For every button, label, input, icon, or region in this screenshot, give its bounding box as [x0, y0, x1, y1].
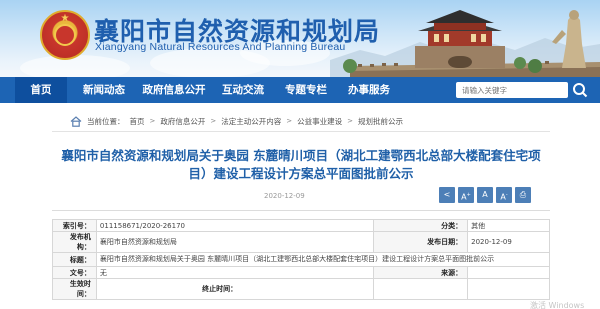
font-decrease-icon[interactable]: A- — [496, 187, 512, 203]
national-emblem-logo[interactable]: ★ — [40, 10, 90, 60]
font-default-icon[interactable]: A — [477, 187, 493, 203]
nav-gov-info[interactable]: 政府信息公开 — [138, 77, 210, 103]
table-row: 生效时间： 终止时间： — [52, 278, 550, 300]
site-banner: ★ 襄阳市自然资源和规划局 Xiangyang Natural Resource… — [0, 0, 600, 77]
category-value: 其他 — [467, 219, 550, 232]
title-value: 襄阳市自然资源和规划局关于奥园 东麓晴川项目（湖北工建鄂西北总部大楼配套住宅项目… — [95, 252, 551, 267]
table-row: 标题： 襄阳市自然资源和规划局关于奥园 东麓晴川项目（湖北工建鄂西北总部大楼配套… — [52, 252, 551, 267]
home-icon — [70, 115, 82, 127]
nav-special-topics[interactable]: 专题专栏 — [277, 77, 335, 103]
table-row: 文号： 无 来源： — [52, 266, 550, 279]
breadcrumb-separator: > — [286, 117, 293, 125]
print-icon[interactable]: ⎙ — [515, 187, 531, 203]
source-value — [467, 266, 550, 279]
effective-label: 生效时间： — [52, 278, 97, 300]
category-label: 分类： — [373, 219, 469, 232]
breadcrumb-item-home[interactable]: 首页 — [130, 116, 145, 127]
article-tools: < A+ A A- ⎙ — [439, 187, 531, 203]
search-input[interactable] — [456, 82, 568, 98]
effective-cell: 终止时间： — [95, 278, 375, 300]
windows-activation-watermark: 激活 Windows — [530, 301, 585, 309]
metadata-table: 索引号： 011158671/2020-26170 分类： 其他 发布机构： 襄… — [52, 219, 551, 300]
divider — [52, 131, 550, 132]
breadcrumb-item-statutory[interactable]: 法定主动公开内容 — [221, 116, 281, 127]
breadcrumb-item-public-welfare[interactable]: 公益事业建设 — [297, 116, 342, 127]
publish-date: 2020-12-09 — [264, 192, 305, 200]
breadcrumb-item-gov-info[interactable]: 政府信息公开 — [160, 116, 205, 127]
docno-label: 文号： — [52, 266, 97, 279]
nav-interaction[interactable]: 互动交流 — [214, 77, 272, 103]
search-icon[interactable] — [570, 80, 590, 100]
publisher-label: 发布机构： — [52, 231, 97, 253]
docno-value: 无 — [95, 266, 375, 279]
index-value: 011158671/2020-26170 — [95, 219, 375, 232]
source-label: 来源： — [373, 266, 469, 279]
table-row: 索引号： 011158671/2020-26170 分类： 其他 — [52, 219, 550, 232]
main-nav: 首页 新闻动态 政府信息公开 互动交流 专题专栏 办事服务 — [0, 77, 600, 103]
index-label: 索引号： — [52, 219, 97, 232]
article-title: 襄阳市自然资源和规划局关于奥园 东麓晴川项目（湖北工建鄂西北总部大楼配套住宅项目… — [61, 148, 541, 181]
share-icon[interactable]: < — [439, 187, 455, 203]
ancient-city-scenery-image — [330, 10, 600, 77]
breadcrumb-separator: > — [149, 117, 156, 125]
breadcrumb: 当前位置： 首页 > 政府信息公开 > 法定主动公开内容 > 公益事业建设 > … — [70, 115, 403, 127]
nav-news[interactable]: 新闻动态 — [75, 77, 133, 103]
pubdate-label: 发布日期： — [373, 231, 469, 253]
nav-services[interactable]: 办事服务 — [340, 77, 398, 103]
title-label: 标题： — [52, 252, 97, 267]
table-row: 发布机构： 襄阳市自然资源和规划局 发布日期： 2020-12-09 — [52, 231, 550, 253]
site-subtitle: Xiangyang Natural Resources And Planning… — [95, 41, 346, 53]
breadcrumb-separator: > — [347, 117, 353, 125]
breadcrumb-separator: > — [210, 117, 217, 125]
breadcrumb-item-planning[interactable]: 规划批前公示 — [358, 116, 403, 127]
nav-home[interactable]: 首页 — [15, 77, 67, 103]
expire-label: 终止时间： — [202, 285, 238, 293]
divider — [52, 210, 550, 211]
pubdate-value: 2020-12-09 — [467, 231, 550, 253]
publisher-value: 襄阳市自然资源和规划局 — [95, 231, 375, 253]
font-increase-icon[interactable]: A+ — [458, 187, 474, 203]
breadcrumb-prefix: 当前位置： — [87, 116, 125, 126]
